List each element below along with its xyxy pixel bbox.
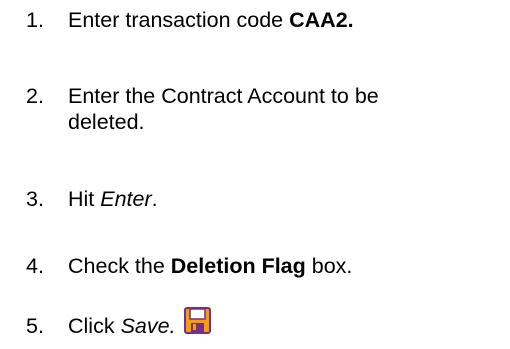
step-4-after: box. bbox=[305, 254, 353, 278]
step-4-text: Check the bbox=[68, 254, 171, 278]
step-number: 2. bbox=[26, 84, 44, 108]
step-3-text: Hit bbox=[68, 187, 101, 211]
step-3: 3. Hit Enter. bbox=[26, 186, 158, 212]
instruction-list: 1. Enter transaction code CAA2. 2. Enter… bbox=[0, 0, 510, 349]
enter-key-label: Enter bbox=[100, 187, 152, 211]
step-1: 1. Enter transaction code CAA2. bbox=[26, 7, 354, 33]
step-2: 2. Enter the Contract Account to be dele… bbox=[26, 83, 379, 135]
step-text: Click Save. bbox=[68, 313, 176, 339]
step-5-text: Click bbox=[68, 314, 121, 338]
step-3-after: . bbox=[151, 187, 158, 211]
save-icon bbox=[183, 307, 211, 334]
step-number: 3. bbox=[26, 187, 44, 211]
step-number: 4. bbox=[26, 254, 44, 278]
step-2-line-1: Enter the Contract Account to be bbox=[68, 84, 379, 108]
step-number: 1. bbox=[26, 8, 44, 32]
step-number: 5. bbox=[26, 314, 44, 338]
step-1-text: Enter transaction code bbox=[68, 8, 290, 32]
step-4: 4. Check the Deletion Flag box. bbox=[26, 253, 352, 279]
step-text: Check the Deletion Flag box. bbox=[68, 253, 352, 279]
step-text: Enter transaction code CAA2. bbox=[68, 7, 354, 33]
step-5: 5. Click Save. bbox=[26, 307, 211, 340]
save-label: Save. bbox=[120, 314, 176, 338]
deletion-flag-label: Deletion Flag bbox=[170, 254, 306, 278]
transaction-code: CAA2. bbox=[289, 8, 354, 32]
step-2-line-2: deleted. bbox=[68, 110, 145, 134]
step-text: Enter the Contract Account to be deleted… bbox=[68, 83, 379, 135]
step-text: Hit Enter. bbox=[68, 186, 158, 212]
